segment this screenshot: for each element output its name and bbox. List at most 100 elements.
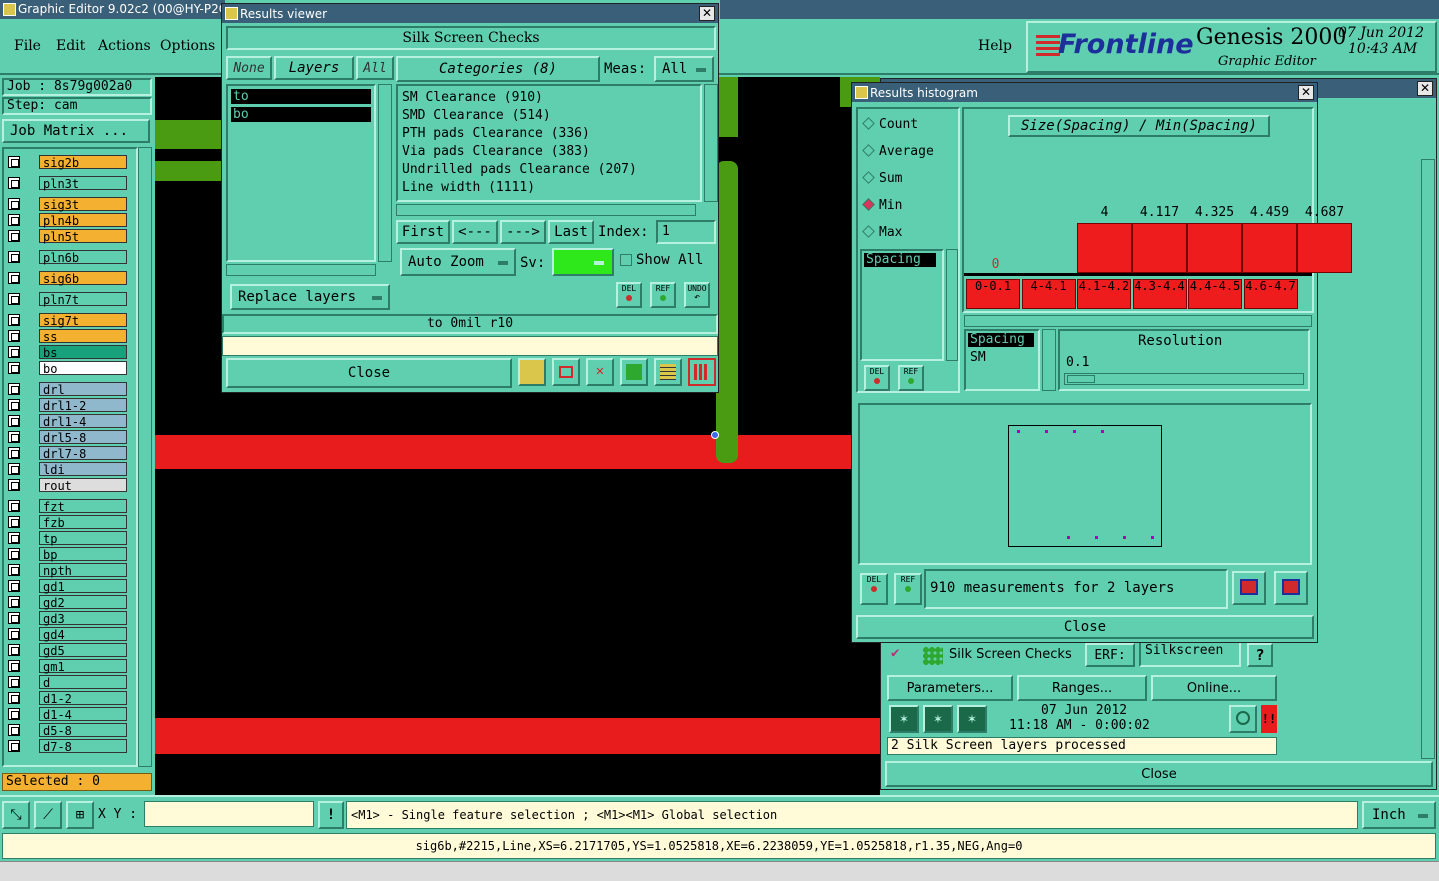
spacing-sm-item-1[interactable]: SM xyxy=(968,351,1034,365)
layer-row-drl[interactable]: drl xyxy=(6,382,127,397)
layer-name[interactable]: drl5-8 xyxy=(39,430,127,445)
numbers-icon[interactable] xyxy=(620,358,648,386)
layer-row-bo[interactable]: bo xyxy=(6,361,127,376)
layer-row-sig3t[interactable]: sig3t xyxy=(6,197,127,212)
histogram-bar[interactable] xyxy=(1187,223,1242,273)
all-button[interactable]: All xyxy=(356,56,394,80)
resolution-slider[interactable] xyxy=(1064,373,1304,385)
layer-checkbox[interactable] xyxy=(8,500,20,512)
layer-name[interactable]: pln4b xyxy=(39,213,127,228)
hist-ref-button[interactable]: REF xyxy=(898,365,924,391)
layer-checkbox[interactable] xyxy=(8,293,20,305)
layer-checkbox[interactable] xyxy=(8,676,20,688)
layer-checkbox[interactable] xyxy=(8,251,20,263)
spacing-list-item[interactable]: Spacing xyxy=(864,253,936,267)
spacing-sm-list[interactable]: Spacing SM xyxy=(964,329,1040,391)
layer-name[interactable]: sig3t xyxy=(39,197,127,212)
layer-name[interactable]: gm1 xyxy=(39,659,127,674)
menu-actions[interactable]: Actions xyxy=(98,38,151,54)
info-icon[interactable]: ! xyxy=(318,801,344,829)
layer-checkbox[interactable] xyxy=(8,415,20,427)
menu-options[interactable]: Options xyxy=(160,38,215,54)
layer-name[interactable]: pln3t xyxy=(39,176,127,191)
layer-checkbox[interactable] xyxy=(8,580,20,592)
category-item[interactable]: SM Clearance (910) xyxy=(402,89,696,107)
histogram-icon[interactable] xyxy=(688,358,716,386)
layer-name[interactable]: drl1-4 xyxy=(39,414,127,429)
radio-max[interactable]: Max xyxy=(862,225,902,240)
layer-name[interactable]: rout xyxy=(39,478,127,493)
layer-row-tp[interactable]: tp xyxy=(6,531,127,546)
category-item[interactable]: SMD Clearance (514) xyxy=(402,107,696,125)
none-button[interactable]: None xyxy=(226,56,272,80)
menu-edit[interactable]: Edit xyxy=(56,38,85,54)
layer-checkbox[interactable] xyxy=(8,362,20,374)
layer-row-ss[interactable]: ss xyxy=(6,329,127,344)
layer-name[interactable]: bo xyxy=(39,361,127,376)
histogram-bar[interactable] xyxy=(1297,223,1352,273)
hist-del-button[interactable]: DEL xyxy=(864,365,890,391)
histogram-close-button[interactable]: Close xyxy=(856,615,1314,639)
layer-checkbox[interactable] xyxy=(8,596,20,608)
units-dropdown[interactable]: Inch xyxy=(1362,801,1436,829)
grid-icon[interactable]: ⊞ xyxy=(66,801,94,829)
histogram-bar[interactable] xyxy=(1242,223,1297,273)
layer-row-d1-4[interactable]: d1-4 xyxy=(6,707,127,722)
checklist-close-button[interactable]: Close xyxy=(885,761,1433,787)
layer-name[interactable]: ldi xyxy=(39,462,127,477)
meas-dropdown[interactable]: All xyxy=(654,56,714,82)
layer-checkbox[interactable] xyxy=(8,463,20,475)
categories-listbox[interactable]: SM Clearance (910) SMD Clearance (514) PTH… xyxy=(396,84,702,202)
spacing-sm-vscroll[interactable] xyxy=(1042,329,1056,391)
layer-checkbox[interactable] xyxy=(8,447,20,459)
layer-name[interactable]: drl1-2 xyxy=(39,398,127,413)
layer-row-drl1-2[interactable]: drl1-2 xyxy=(6,398,127,413)
layer-checkbox[interactable] xyxy=(8,708,20,720)
histogram-bar[interactable] xyxy=(1132,223,1187,273)
layer-checkbox[interactable] xyxy=(8,644,20,656)
prev-button[interactable]: <--- xyxy=(452,220,498,244)
help-question-icon[interactable]: ? xyxy=(1247,643,1273,667)
layers-hscroll[interactable] xyxy=(226,264,376,276)
close-icon[interactable]: ✕ xyxy=(699,6,715,21)
layer-row-rout[interactable]: rout xyxy=(6,478,127,493)
layer-checkbox[interactable] xyxy=(8,230,20,242)
online-button[interactable]: Online... xyxy=(1151,675,1277,701)
first-button[interactable]: First xyxy=(396,220,450,244)
layer-name[interactable]: sig6b xyxy=(39,271,127,286)
layer-row-gd4[interactable]: gd4 xyxy=(6,627,127,642)
layer-row-fzb[interactable]: fzb xyxy=(6,515,127,530)
layer-name[interactable]: sig2b xyxy=(39,155,127,170)
layers-listbox[interactable]: to bo xyxy=(226,84,376,262)
layer-checkbox[interactable] xyxy=(8,612,20,624)
layer-name[interactable]: fzt xyxy=(39,499,127,514)
preview-ref-button[interactable]: REF xyxy=(894,573,922,605)
erf-value-field[interactable]: Silkscreen xyxy=(1139,641,1241,667)
layer-checkbox[interactable] xyxy=(8,532,20,544)
layer-checkbox[interactable] xyxy=(8,383,20,395)
close-icon[interactable]: ✕ xyxy=(1417,81,1433,96)
results-close-button[interactable]: Close xyxy=(226,358,512,388)
layer-row-pln6b[interactable]: pln6b xyxy=(6,250,127,265)
layer-row-pln5t[interactable]: pln5t xyxy=(6,229,127,244)
zoom-icon[interactable] xyxy=(1229,705,1257,733)
layer-name[interactable]: drl xyxy=(39,382,127,397)
parameters-button[interactable]: Parameters... xyxy=(887,675,1013,701)
layer-checkbox[interactable] xyxy=(8,564,20,576)
ref-button[interactable]: REF xyxy=(650,282,676,308)
layer-checkbox[interactable] xyxy=(8,740,20,752)
layer-row-gd3[interactable]: gd3 xyxy=(6,611,127,626)
radio-min[interactable]: Min xyxy=(862,198,902,213)
layer-name[interactable]: sig7t xyxy=(39,313,127,328)
layer-name[interactable]: fzb xyxy=(39,515,127,530)
layer-name[interactable]: pln6b xyxy=(39,250,127,265)
layer-row-pln3t[interactable]: pln3t xyxy=(6,176,127,191)
export-icon[interactable] xyxy=(552,358,580,386)
index-input[interactable]: 1 xyxy=(656,220,716,244)
auto-zoom-dropdown[interactable]: Auto Zoom xyxy=(400,248,516,276)
layer-name[interactable]: bs xyxy=(39,345,127,360)
layer-row-gm1[interactable]: gm1 xyxy=(6,659,127,674)
layer-name[interactable]: pln7t xyxy=(39,292,127,307)
menu-help[interactable]: Help xyxy=(978,38,1012,54)
layer-name[interactable]: gd5 xyxy=(39,643,127,658)
